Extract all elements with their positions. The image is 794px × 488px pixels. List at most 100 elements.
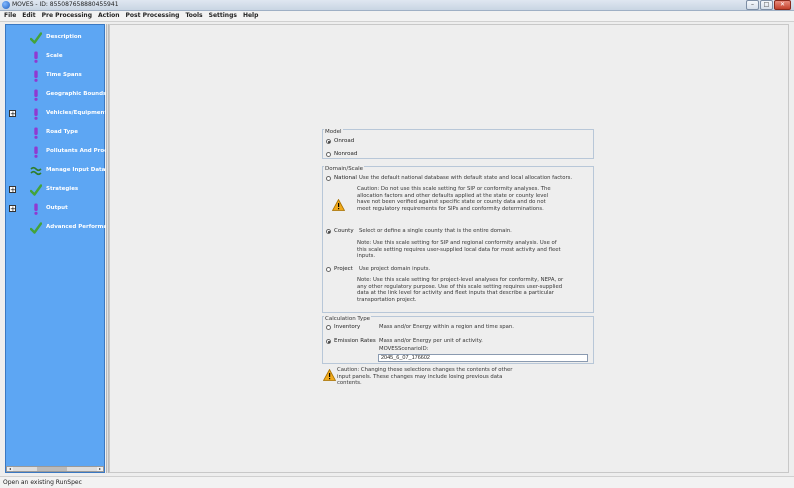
scroll-thumb[interactable] [37,467,67,471]
radio-selected-icon [326,138,331,144]
sidebar-item-label: Scale [46,53,63,59]
minimize-button[interactable]: – [746,0,759,10]
navigation-panel: Description Scale Time Spans Geographic Bou… [5,24,106,473]
check-icon [29,222,43,234]
app-icon [2,1,10,9]
sidebar-item-label: Road Type [46,129,78,135]
national-radio[interactable]: National [326,175,357,181]
expand-icon[interactable]: + [9,186,16,194]
menu-tools[interactable]: Tools [182,11,205,21]
sidebar-item-label: Geographic Bounds [46,91,106,97]
scroll-left-icon[interactable]: ◂ [7,467,13,471]
menu-file[interactable]: File [0,11,19,21]
sidebar-item-label: Output [46,205,68,211]
national-label: National [334,175,357,181]
scale-panel: Model Onroad Nonroad Domain/Scale Nation… [109,24,789,473]
menu-pre-processing[interactable]: Pre Processing [39,11,95,21]
menu-edit[interactable]: Edit [19,11,38,21]
exclamation-icon [30,146,42,158]
national-caution: Caution: Do not use this scale setting f… [357,186,551,212]
county-label: County [334,228,354,234]
onroad-label: Onroad [334,138,355,144]
check-icon [29,184,43,196]
onroad-radio[interactable]: Onroad [326,138,354,144]
sidebar-item-pollutants-and-processes[interactable]: Pollutants And Processes [6,143,106,161]
sidebar-item-vehicles-equipment[interactable]: + Vehicles/Equipment [6,105,106,123]
domain-scale-title: Domain/Scale [324,166,364,172]
sidebar-item-label: Strategies [46,186,79,192]
calculation-type-group: Calculation Type Inventory Mass and/or E… [322,316,594,364]
title-bar: MOVES - ID: 855087658880455941 – □ ✕ [0,0,794,11]
status-bar: Open an existing RunSpec [0,476,794,488]
radio-unselected-icon [326,175,331,181]
inventory-radio[interactable]: Inventory [326,324,360,330]
warning-icon [332,199,345,211]
exclamation-icon [30,127,42,139]
sidebar-item-scale[interactable]: Scale [6,48,106,66]
expand-icon[interactable]: + [9,110,16,118]
model-group: Model Onroad Nonroad [322,129,594,159]
window-title: MOVES - ID: 855087658880455941 [12,1,119,8]
calculation-type-title: Calculation Type [324,316,372,322]
menu-help[interactable]: Help [240,11,261,21]
bottom-caution-text: Caution: Changing these selections chang… [337,367,513,387]
scenario-id-field[interactable] [378,354,588,362]
sidebar-item-label: Vehicles/Equipment [46,110,106,116]
close-button[interactable]: ✕ [774,0,791,10]
inventory-description: Mass and/or Energy within a region and t… [379,324,514,330]
radio-unselected-icon [326,266,331,272]
exclamation-icon [30,203,42,215]
sidebar-item-road-type[interactable]: Road Type [6,124,106,142]
county-radio[interactable]: County [326,228,354,234]
wave-icon [30,165,42,177]
check-icon [29,32,43,44]
window-controls: – □ ✕ [746,0,791,10]
model-group-title: Model [324,129,343,135]
county-description: Select or define a single county that is… [359,228,512,234]
emission-rates-radio[interactable]: Emission Rates [326,338,376,344]
sidebar-item-label: Manage Input Data Sets [46,167,106,173]
nonroad-label: Nonroad [334,151,358,157]
menu-settings[interactable]: Settings [206,11,240,21]
emission-rates-label: Emission Rates [334,338,376,344]
exclamation-icon [30,108,42,120]
maximize-button[interactable]: □ [760,0,773,10]
radio-selected-icon [326,338,331,344]
sidebar-item-description[interactable]: Description [6,29,106,47]
exclamation-icon [30,70,42,82]
project-label: Project [334,266,353,272]
sidebar-item-label: Time Spans [46,72,82,78]
sidebar-item-time-spans[interactable]: Time Spans [6,67,106,85]
inventory-label: Inventory [334,324,361,330]
sidebar-item-geographic-bounds[interactable]: Geographic Bounds [6,86,106,104]
nonroad-radio[interactable]: Nonroad [326,151,357,157]
warning-icon [323,369,336,381]
sidebar-item-advanced-performance-features[interactable]: Advanced Performance Features [6,219,106,237]
sidebar-item-manage-input-data-sets[interactable]: Manage Input Data Sets [6,162,106,180]
project-note: Note: Use this scale setting for project… [357,277,564,303]
exclamation-icon [30,89,42,101]
project-description: Use project domain inputs. [359,266,431,272]
national-description: Use the default national database with d… [359,175,573,181]
scenario-id-label: MOVESScenarioID: [379,346,429,352]
sidebar-item-label: Pollutants And Processes [46,148,106,154]
exclamation-icon [30,51,42,63]
sidebar-item-label: Description [46,34,82,40]
sidebar-item-strategies[interactable]: + Strategies [6,181,106,199]
project-radio[interactable]: Project [326,266,353,272]
scroll-right-icon[interactable]: ▸ [97,467,103,471]
sidebar-item-output[interactable]: + Output [6,200,106,218]
radio-selected-icon [326,228,331,234]
radio-unselected-icon [326,151,331,157]
expand-icon[interactable]: + [9,205,16,213]
emission-rates-description: Mass and/or Energy per unit of activity. [379,338,483,344]
county-note: Note: Use this scale setting for SIP and… [357,240,561,260]
menu-action[interactable]: Action [95,11,123,21]
menu-post-processing[interactable]: Post Processing [123,11,183,21]
radio-unselected-icon [326,324,331,330]
menu-bar: File Edit Pre Processing Action Post Process… [0,11,794,22]
status-text: Open an existing RunSpec [3,479,82,486]
sidebar-horizontal-scrollbar[interactable]: ◂ ▸ [6,466,104,472]
domain-scale-group: Domain/Scale National Use the default na… [322,166,594,313]
sidebar-item-label: Advanced Performance Features [46,224,106,230]
